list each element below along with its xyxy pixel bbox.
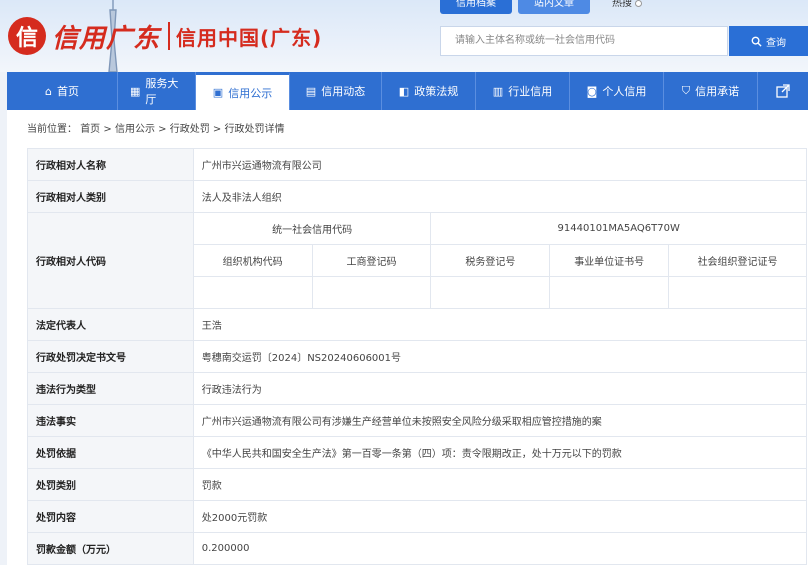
amount-value: 0.200000: [192, 532, 808, 565]
nav-industry-credit-label: 行业信用: [508, 85, 553, 98]
breadcrumb-credit-publicity[interactable]: 信用公示: [115, 124, 155, 135]
home-icon: ⌂: [45, 84, 52, 98]
nav-service-hall-label: 服务大厅: [145, 77, 179, 106]
institution-cert-label: 事业单位证书号: [549, 244, 670, 277]
top-tabs: 信用档案 站内文章 热搜: [440, 0, 658, 14]
legal-rep-value: 王浩: [192, 308, 808, 341]
breadcrumb-penalty[interactable]: 行政处罚: [170, 124, 210, 135]
building-icon: ▥: [492, 84, 504, 98]
violation-type-label: 违法行为类型: [27, 372, 194, 405]
breadcrumb-sep-icon: >: [212, 124, 222, 135]
uscc-label: 统一社会信用代码: [192, 212, 432, 245]
doc-no-value: 粤穗南交运罚〔2024〕NS20240606001号: [192, 340, 808, 373]
table-row: 违法事实 广州市兴运通物流有限公司有涉嫌生产经营单位未按照安全风险分级采取相应管…: [27, 404, 808, 437]
name-value: 广州市兴运通物流有限公司: [192, 148, 808, 181]
hot-search-label: 热搜: [612, 0, 632, 9]
nav-industry-credit[interactable]: ▥ 行业信用: [476, 72, 570, 110]
doc-no-label: 行政处罚决定书文号: [27, 340, 194, 373]
nav-service-hall[interactable]: ▦ 服务大厅: [118, 72, 196, 110]
search-input[interactable]: 请输入主体名称或统一社会信用代码: [440, 26, 728, 56]
penalty-content-label: 处罚内容: [27, 500, 194, 533]
nav-credit-commitment-label: 信用承诺: [695, 85, 740, 98]
table-row: 违法行为类型 行政违法行为: [27, 372, 808, 405]
search-button[interactable]: 查询: [729, 26, 808, 56]
uscc-value: 91440101MA5AQ6T70W: [430, 212, 807, 245]
facts-label: 违法事实: [27, 404, 194, 437]
org-code-label: 组织机构代码: [192, 244, 313, 277]
table-row: 行政相对人代码 统一社会信用代码 91440101MA5AQ6T70W: [27, 212, 807, 309]
org-code-value: [192, 276, 313, 309]
table-row: 行政相对人名称 广州市兴运通物流有限公司: [27, 148, 808, 181]
basis-label: 处罚依据: [27, 436, 194, 469]
business-reg-label: 工商登记码: [311, 244, 432, 277]
breadcrumb-sep-icon: >: [103, 124, 112, 135]
table-row: 行政相对人类别 法人及非法人组织: [27, 180, 808, 213]
logo-divider: [168, 22, 171, 50]
business-reg-value: [311, 276, 432, 309]
site-header: 信 信用广东 信用中国(广东) 信用档案 站内文章 热搜 请输入主体名称或统一社…: [0, 0, 808, 72]
penalty-type-value: 罚款: [192, 468, 808, 501]
institution-cert-value: [549, 276, 670, 309]
category-label: 行政相对人类别: [27, 180, 194, 213]
nav-home-label: 首页: [56, 85, 79, 98]
table-row: 法定代表人 王浩: [27, 308, 808, 341]
violation-type-value: 行政违法行为: [192, 372, 808, 405]
hot-dot-icon: [635, 0, 642, 7]
tab-credit-archive[interactable]: 信用档案: [440, 0, 512, 14]
nav-credit-news[interactable]: ▤ 信用动态: [290, 72, 382, 110]
social-org-cert-label: 社会组织登记证号: [668, 244, 807, 277]
nav-home[interactable]: ⌂ 首页: [7, 72, 118, 110]
breadcrumb-sep-icon: >: [158, 124, 167, 135]
breadcrumb-home[interactable]: 首页: [80, 124, 100, 135]
person-icon: ◙: [586, 84, 598, 98]
table-row: 罚款金额（万元） 0.200000: [27, 532, 808, 565]
logo-mark-icon: 信: [8, 17, 46, 55]
basis-value: 《中华人民共和国安全生产法》第一百零一条第（四）项：责令限期改正，处十万元以下的…: [192, 436, 808, 469]
briefcase-icon: ▣: [212, 86, 224, 99]
social-org-cert-value: [668, 276, 807, 309]
search-button-label: 查询: [766, 37, 786, 49]
nav-policy-label: 政策法规: [414, 85, 459, 98]
nav-credit-publicity[interactable]: ▣ 信用公示: [196, 72, 290, 110]
tab-hot-search[interactable]: 热搜: [596, 0, 658, 14]
penalty-content-value: 处2000元罚款: [192, 500, 808, 533]
shield-icon: ⛉: [681, 84, 691, 97]
site-logo[interactable]: 信 信用广东 信用中国(广东): [8, 14, 322, 58]
nav-credit-news-label: 信用动态: [321, 85, 366, 98]
breadcrumb-current: 行政处罚详情: [224, 124, 285, 135]
breadcrumb-prefix: 当前位置：: [27, 124, 77, 135]
main-nav: ⌂ 首页 ▦ 服务大厅 ▣ 信用公示 ▤ 信用动态 ◧ 政策法规 ▥ 行业信用 …: [7, 72, 808, 110]
external-link-icon: [776, 84, 790, 98]
logo-script: 信用广东: [52, 23, 161, 54]
news-icon: ▤: [305, 84, 317, 98]
book-icon: ◧: [398, 84, 410, 98]
table-row: 行政处罚决定书文号 粤穗南交运罚〔2024〕NS20240606001号: [27, 340, 808, 373]
nav-credit-publicity-label: 信用公示: [228, 86, 273, 100]
nav-external-link[interactable]: [758, 72, 808, 110]
logo-text: 信用中国(广东): [176, 25, 323, 50]
main-content: 当前位置： 首页 > 信用公示 > 行政处罚 > 行政处罚详情 行政相对人名称 …: [7, 110, 808, 565]
nav-policy[interactable]: ◧ 政策法规: [382, 72, 476, 110]
facts-value: 广州市兴运通物流有限公司有涉嫌生产经营单位未按照安全风险分级采取相应管控措施的案: [192, 404, 808, 437]
tax-reg-label: 税务登记号: [430, 244, 551, 277]
tax-reg-value: [430, 276, 551, 309]
grid-icon: ▦: [130, 84, 141, 98]
amount-label: 罚款金额（万元）: [27, 532, 194, 565]
nav-personal-credit-label: 个人信用: [602, 85, 647, 98]
legal-rep-label: 法定代表人: [27, 308, 194, 341]
breadcrumb: 当前位置： 首页 > 信用公示 > 行政处罚 > 行政处罚详情: [27, 110, 808, 148]
search-icon: [751, 36, 762, 47]
table-row: 处罚依据 《中华人民共和国安全生产法》第一百零一条第（四）项：责令限期改正，处十…: [27, 436, 808, 469]
nav-credit-commitment[interactable]: ⛉ 信用承诺: [664, 72, 758, 110]
penalty-detail-table: 行政相对人名称 广州市兴运通物流有限公司 行政相对人类别 法人及非法人组织 行政…: [27, 148, 808, 565]
nav-personal-credit[interactable]: ◙ 个人信用: [570, 72, 664, 110]
category-value: 法人及非法人组织: [192, 180, 808, 213]
penalty-type-label: 处罚类别: [27, 468, 194, 501]
code-label: 行政相对人代码: [27, 212, 194, 309]
name-label: 行政相对人名称: [27, 148, 194, 181]
tab-site-articles[interactable]: 站内文章: [518, 0, 590, 14]
table-row: 处罚内容 处2000元罚款: [27, 500, 808, 533]
table-row: 处罚类别 罚款: [27, 468, 808, 501]
